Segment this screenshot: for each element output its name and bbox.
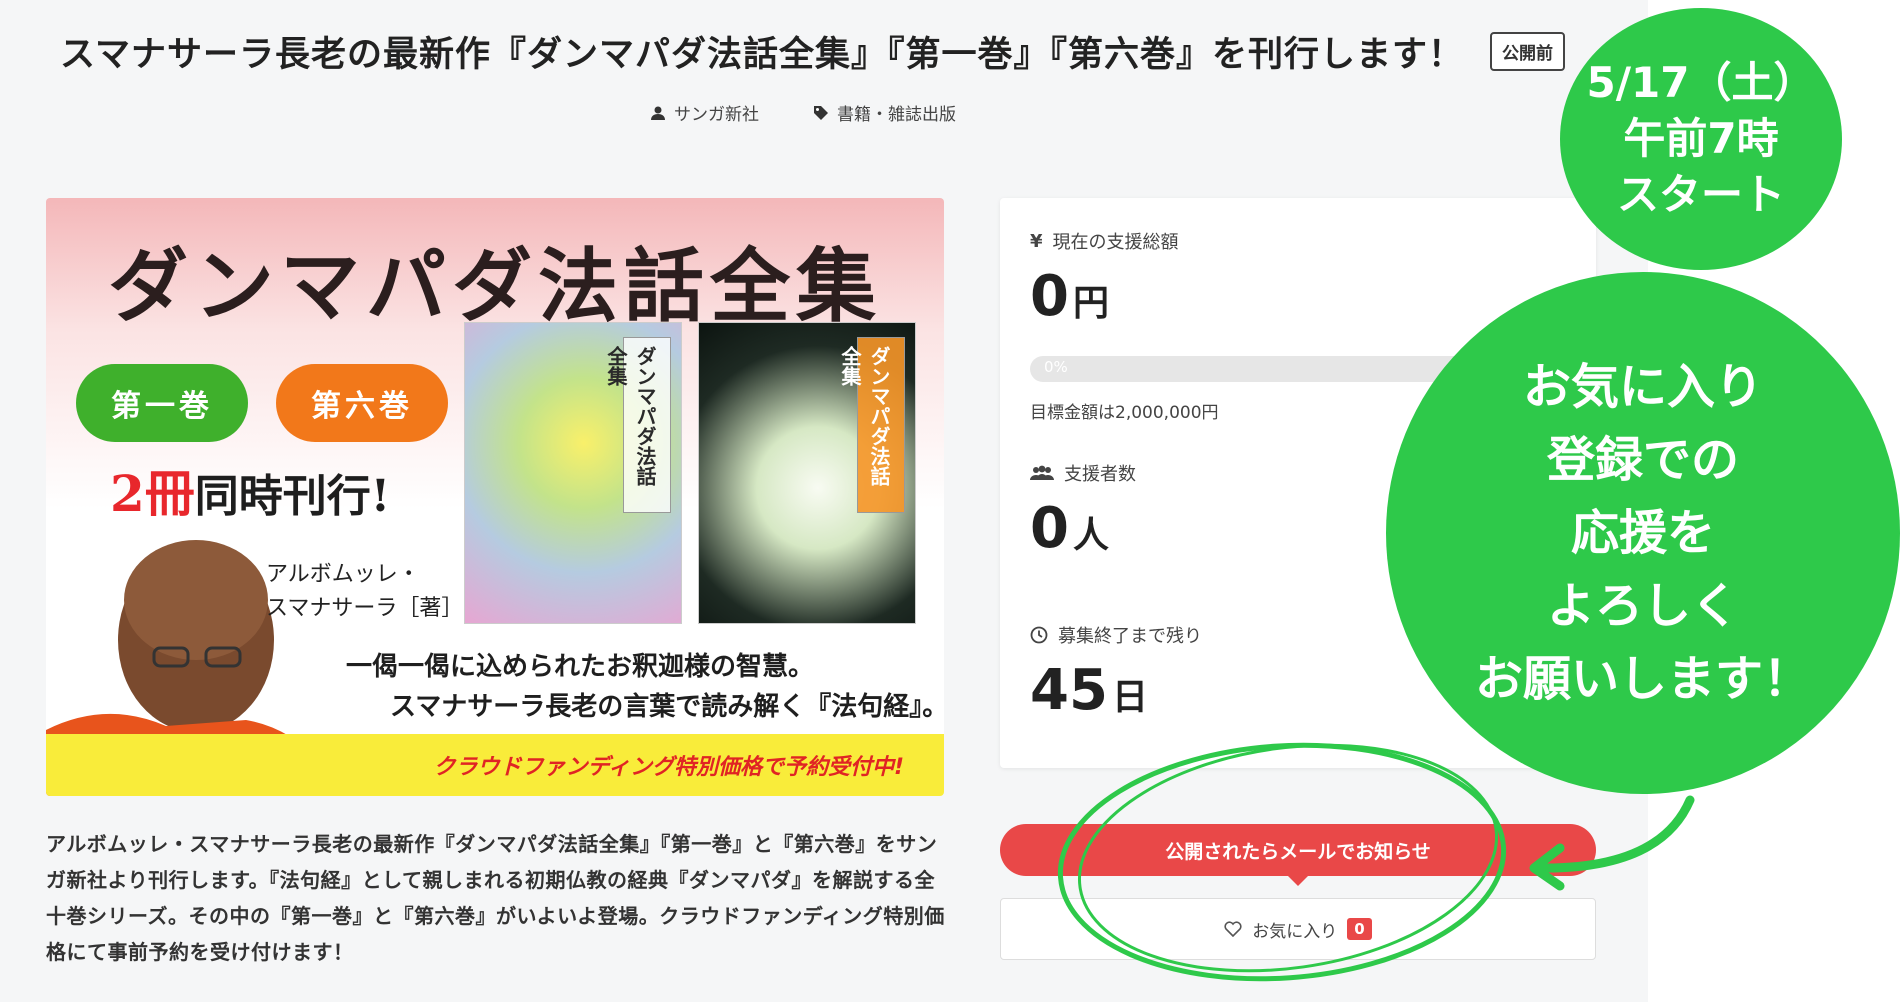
remaining-label: 募集終了まで残り: [1058, 626, 1202, 647]
simultaneous-release: 2冊同時刊行!: [110, 454, 390, 526]
author-credit: アルボムッレ・ スマナサーラ［著］: [266, 558, 466, 626]
favorite-request-callout: お気に入り 登録での 応援を よろしく お願いします！: [1386, 272, 1900, 794]
callout-arrow: [1529, 795, 1695, 891]
start-text: スタート: [1616, 170, 1785, 219]
author-name: サンガ新社: [674, 105, 759, 125]
status-badge: 公開前: [1489, 32, 1565, 71]
author-credit-line2: スマナサーラ［著］: [266, 596, 464, 621]
remaining-unit: 日: [1111, 677, 1148, 718]
start-date: 5/17（土）: [1586, 58, 1816, 107]
simul-count: 2冊: [110, 464, 195, 523]
total-amount: 0円: [1030, 264, 1109, 329]
users-icon: [1030, 465, 1054, 480]
cover-label: ダンマパダ法話全集: [838, 337, 905, 513]
supporters-unit: 人: [1072, 515, 1109, 556]
total-label: 現在の支援総額: [1052, 232, 1179, 253]
callout-line-1: お気に入り: [1522, 358, 1763, 415]
total-unit: 円: [1072, 283, 1109, 324]
book-cover-volume1: ダンマパダ法話全集: [464, 322, 682, 624]
book-cover-volume6: ダンマパダ法話全集: [698, 322, 916, 624]
total-label-row: ¥ 現在の支援総額: [1030, 228, 1179, 254]
simul-text: 同時刊行!: [194, 471, 391, 522]
total-value: 0: [1030, 264, 1069, 329]
callout-line-3: 応援を: [1570, 504, 1715, 561]
remaining-days: 45 日: [1030, 658, 1148, 723]
callout-line-4: よろしく: [1546, 577, 1739, 634]
remaining-label-row: 募集終了まで残り: [1030, 622, 1202, 648]
hero-quote-1: 一偈一偈に込められたお釈迦様の智慧。: [346, 652, 815, 682]
category-link[interactable]: 書籍・雑誌出版: [813, 100, 956, 125]
hero-title: ダンマパダ法話全集: [108, 239, 882, 333]
start-date-callout: 5/17（土） 午前7時 スタート: [1560, 8, 1842, 270]
title-row: スマナサーラ長老の最新作『ダンマパダ法話全集』『第一巻』『第六巻』を刊行します！…: [60, 26, 1600, 77]
supporters-label-row: 支援者数: [1030, 460, 1136, 486]
clock-icon: [1030, 626, 1048, 644]
project-meta: サンガ新社 書籍・雑誌出版: [650, 100, 956, 125]
supporters-count: 0人: [1030, 496, 1109, 561]
author-credit-line1: アルボムッレ・: [266, 562, 420, 587]
cover-label: ダンマパダ法話全集: [604, 337, 671, 513]
promo-banner: クラウドファンディング特別価格で予約受付中!: [46, 734, 944, 796]
volume1-pill: 第一巻: [76, 364, 248, 442]
yen-icon: ¥: [1030, 230, 1043, 252]
page-title: スマナサーラ長老の最新作『ダンマパダ法話全集』『第一巻』『第六巻』を刊行します！: [60, 35, 1464, 75]
goal-text: 目標金額は2,000,000円: [1030, 403, 1219, 423]
callout-line-5: お願いします！: [1474, 650, 1811, 707]
user-icon: [651, 106, 665, 120]
callout-line-2: 登録での: [1546, 431, 1739, 488]
start-time: 午前7時: [1623, 114, 1779, 163]
author-link[interactable]: サンガ新社: [650, 100, 759, 125]
supporters-value: 0: [1030, 496, 1069, 561]
volume6-pill: 第六巻: [276, 364, 448, 442]
supporters-label: 支援者数: [1064, 464, 1136, 485]
category-name: 書籍・雑誌出版: [837, 105, 956, 125]
progress-text: 0%: [1044, 358, 1068, 376]
project-description: アルボムッレ・スマナサーラ長老の最新作『ダンマパダ法話全集』『第一巻』と『第六巻…: [46, 832, 945, 964]
highlight-ring: [1057, 742, 1507, 982]
hero-image: ダンマパダ法話全集 第一巻 第六巻 2冊同時刊行! ダンマパダ法話全集 ダンマパ…: [46, 198, 944, 796]
remaining-value: 45: [1030, 658, 1108, 723]
tag-icon: [814, 105, 828, 120]
hero-quote-2: スマナサーラ長老の言葉で読み解く『法句経』。: [390, 692, 944, 722]
